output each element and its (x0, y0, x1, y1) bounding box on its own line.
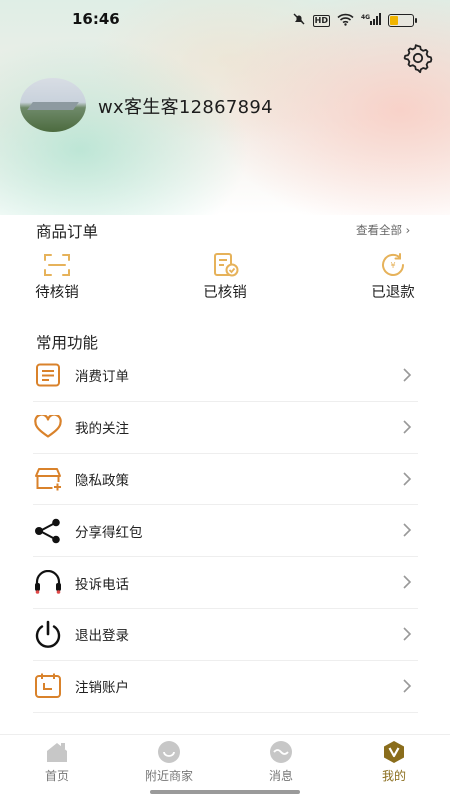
settings-button[interactable] (402, 42, 434, 74)
orders-section-title: 商品订单 (36, 223, 99, 241)
tab-mine[interactable]: 我的 (349, 740, 439, 784)
nearby-icon (156, 740, 182, 764)
mute-icon (292, 11, 306, 30)
menu-item-label: 隐私政策 (75, 472, 129, 489)
avatar[interactable] (20, 78, 86, 132)
tab-messages[interactable]: 消息 (236, 740, 326, 784)
chevron-right-icon (403, 575, 412, 589)
menu-item-delete-account[interactable]: 注销账户 (33, 661, 418, 713)
chevron-right-icon (403, 472, 412, 486)
svg-text:¥: ¥ (390, 261, 395, 270)
chevron-right-icon (403, 368, 412, 382)
power-icon (33, 619, 63, 649)
functions-menu: 消费订单 我的关注 隐私政策 分享得红包 投诉电话 退出登录 注销账户 (33, 350, 418, 713)
menu-item-label: 分享得红包 (75, 524, 143, 541)
home-indicator (150, 790, 300, 794)
order-list-icon (33, 360, 63, 390)
menu-item-logout[interactable]: 退出登录 (33, 609, 418, 661)
scan-frame-icon (42, 252, 72, 278)
menu-item-label: 我的关注 (75, 421, 129, 438)
view-all-orders-link[interactable]: 查看全部 › (356, 222, 410, 238)
tab-label: 我的 (381, 769, 406, 783)
tab-label: 首页 (44, 769, 69, 783)
wifi-icon (337, 11, 354, 30)
order-refunded-label: 已退款 (371, 285, 415, 301)
svg-text:4G: 4G (361, 14, 370, 21)
headset-icon (33, 568, 63, 598)
chevron-right-icon (403, 679, 412, 693)
username: wx客生客12867894 (98, 97, 273, 118)
order-pending-label: 待核销 (35, 285, 79, 301)
menu-item-label: 投诉电话 (75, 576, 129, 593)
menu-item-complaint-phone[interactable]: 投诉电话 (33, 557, 418, 609)
tab-nearby-merchants[interactable]: 附近商家 (124, 740, 214, 784)
order-pending-button[interactable]: 待核销 (17, 252, 97, 302)
order-verified-button[interactable]: 已核销 (185, 252, 265, 302)
hd-icon: HD (312, 14, 330, 27)
chevron-right-icon (403, 523, 412, 537)
share-icon (33, 516, 63, 546)
calendar-icon (33, 671, 63, 701)
chevron-right-icon (403, 627, 412, 641)
status-bar: 16:46 HD 4G (0, 0, 450, 38)
profile-v-icon (381, 740, 407, 764)
tab-label: 附近商家 (144, 769, 193, 783)
message-icon (268, 740, 294, 764)
shop-box-icon (33, 464, 63, 494)
menu-item-share-red-packet[interactable]: 分享得红包 (33, 505, 418, 558)
chevron-right-icon (403, 420, 412, 434)
verified-document-icon (210, 252, 240, 278)
heart-icon (33, 412, 63, 442)
status-time: 16:46 (72, 10, 120, 28)
signal-icon: 4G (361, 11, 381, 30)
gear-icon (403, 44, 433, 74)
order-refunded-button[interactable]: ¥ 已退款 (353, 252, 433, 302)
menu-item-label: 退出登录 (75, 628, 129, 645)
tab-home[interactable]: 首页 (12, 740, 102, 784)
menu-item-my-follows[interactable]: 我的关注 (33, 402, 418, 454)
menu-item-label: 消费订单 (75, 369, 129, 386)
menu-item-label: 注销账户 (75, 680, 129, 697)
tab-label: 消息 (268, 769, 293, 783)
menu-item-consumption-orders[interactable]: 消费订单 (33, 350, 418, 402)
refund-coin-icon: ¥ (378, 252, 408, 278)
menu-item-privacy-policy[interactable]: 隐私政策 (33, 454, 418, 506)
status-icons: HD 4G (292, 11, 417, 30)
battery-icon (388, 14, 417, 27)
order-verified-label: 已核销 (203, 285, 247, 301)
home-icon (44, 740, 70, 764)
